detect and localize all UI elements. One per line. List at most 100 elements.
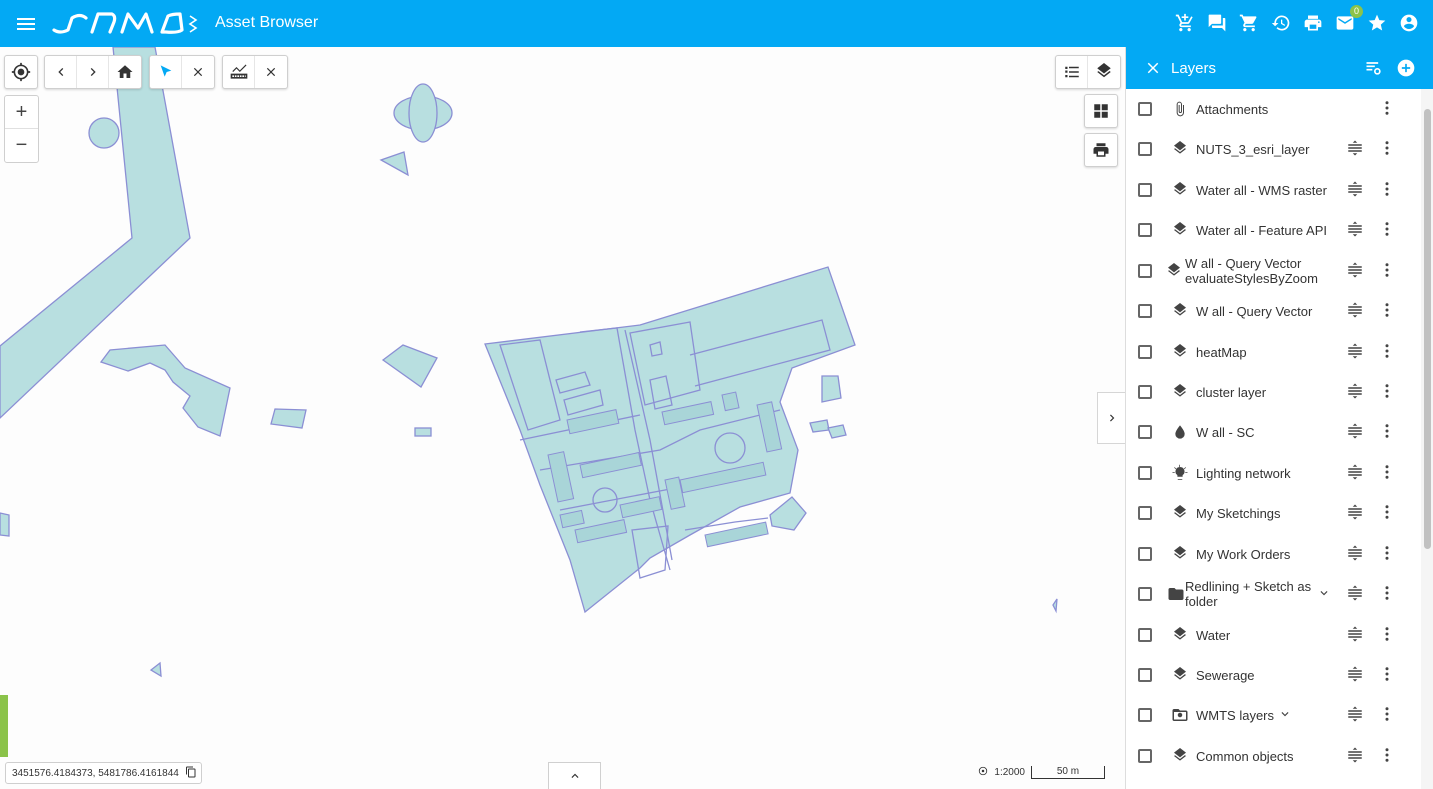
more-options-icon[interactable] (1378, 463, 1398, 483)
layer-row[interactable]: My Sketchings (1126, 493, 1422, 533)
layers-toggle-icon[interactable] (1088, 56, 1120, 88)
layer-row[interactable]: NUTS_3_esri_layer (1126, 129, 1422, 169)
layer-row[interactable]: My Work Orders (1126, 534, 1422, 574)
scale-ratio[interactable]: 1:2000 (994, 767, 1025, 778)
opacity-icon[interactable] (1346, 382, 1366, 402)
more-options-icon[interactable] (1378, 705, 1398, 725)
opacity-icon[interactable] (1346, 705, 1366, 725)
layer-filter-icon[interactable] (1364, 58, 1384, 78)
clear-selection-icon[interactable] (182, 56, 214, 88)
layer-visibility-checkbox[interactable] (1138, 102, 1152, 116)
scrollbar-thumb[interactable] (1424, 109, 1431, 549)
more-options-icon[interactable] (1378, 544, 1398, 564)
layer-visibility-checkbox[interactable] (1138, 183, 1152, 197)
layer-visibility-checkbox[interactable] (1138, 385, 1152, 399)
layer-visibility-checkbox[interactable] (1138, 466, 1152, 480)
select-pointer-icon[interactable] (150, 56, 182, 88)
layer-row[interactable]: heatMap (1126, 332, 1422, 372)
basemap-button[interactable] (1084, 94, 1118, 128)
more-options-icon[interactable] (1378, 625, 1398, 645)
add-to-cart-icon[interactable] (1173, 10, 1197, 36)
scale-icon[interactable] (978, 766, 988, 779)
close-icon[interactable] (1144, 59, 1162, 77)
opacity-icon[interactable] (1346, 746, 1366, 766)
layer-visibility-checkbox[interactable] (1138, 749, 1152, 763)
opacity-icon[interactable] (1346, 261, 1366, 281)
layer-visibility-checkbox[interactable] (1138, 547, 1152, 561)
zoom-in-button[interactable]: + (5, 96, 38, 129)
copy-icon[interactable] (185, 766, 197, 781)
opacity-icon[interactable] (1346, 301, 1366, 321)
more-options-icon[interactable] (1378, 665, 1398, 685)
opacity-icon[interactable] (1346, 544, 1366, 564)
print-map-icon[interactable] (1085, 134, 1117, 166)
back-icon[interactable] (45, 56, 77, 88)
chat-icon[interactable] (1205, 10, 1229, 36)
opacity-icon[interactable] (1346, 503, 1366, 523)
layer-row[interactable]: WMTS layers (1126, 695, 1422, 735)
more-options-icon[interactable] (1378, 180, 1398, 200)
expand-panel-tab[interactable] (1097, 392, 1125, 444)
layer-row[interactable]: cluster layer (1126, 372, 1422, 412)
opacity-icon[interactable] (1346, 342, 1366, 362)
clear-measure-icon[interactable] (255, 56, 287, 88)
locate-icon[interactable] (5, 56, 37, 88)
opacity-icon[interactable] (1346, 422, 1366, 442)
cart-icon[interactable] (1237, 10, 1261, 36)
opacity-icon[interactable] (1346, 220, 1366, 240)
layer-visibility-checkbox[interactable] (1138, 587, 1152, 601)
more-options-icon[interactable] (1378, 301, 1398, 321)
more-options-icon[interactable] (1378, 422, 1398, 442)
menu-icon[interactable] (14, 12, 38, 36)
more-options-icon[interactable] (1378, 261, 1398, 281)
print-icon[interactable] (1301, 10, 1325, 36)
more-options-icon[interactable] (1378, 220, 1398, 240)
layer-visibility-checkbox[interactable] (1138, 142, 1152, 156)
layer-visibility-checkbox[interactable] (1138, 708, 1152, 722)
scrollbar[interactable] (1421, 89, 1433, 789)
layer-row[interactable]: Redlining + Sketch as folder (1126, 574, 1422, 614)
map-canvas[interactable]: + − 3451576.4184373, 5481786.4161844 1:2… (0, 47, 1125, 789)
measure-icon[interactable] (223, 56, 255, 88)
home-icon[interactable] (109, 56, 141, 88)
add-layer-icon[interactable] (1396, 58, 1416, 78)
opacity-icon[interactable] (1346, 584, 1366, 604)
layer-row[interactable]: Common objects (1126, 736, 1422, 776)
bottom-drawer-tab[interactable] (548, 762, 601, 789)
layer-visibility-checkbox[interactable] (1138, 628, 1152, 642)
opacity-icon[interactable] (1346, 625, 1366, 645)
forward-icon[interactable] (77, 56, 109, 88)
layer-row[interactable]: Water (1126, 615, 1422, 655)
opacity-icon[interactable] (1346, 463, 1366, 483)
more-options-icon[interactable] (1378, 503, 1398, 523)
more-options-icon[interactable] (1378, 139, 1398, 159)
mail-icon[interactable]: 0 (1333, 5, 1363, 36)
account-icon[interactable] (1397, 10, 1421, 36)
opacity-icon[interactable] (1346, 180, 1366, 200)
layer-visibility-checkbox[interactable] (1138, 506, 1152, 520)
layer-row[interactable]: W all - Query Vector (1126, 291, 1422, 331)
chevron-down-icon[interactable] (1317, 586, 1333, 602)
layer-visibility-checkbox[interactable] (1138, 304, 1152, 318)
chevron-down-icon[interactable] (1278, 707, 1294, 723)
zoom-out-button[interactable]: − (5, 129, 38, 162)
layer-row[interactable]: Sewerage (1126, 655, 1422, 695)
layer-visibility-checkbox[interactable] (1138, 223, 1152, 237)
layer-row[interactable]: Attachments (1126, 89, 1422, 129)
layer-row[interactable]: Water all - WMS raster (1126, 170, 1422, 210)
more-options-icon[interactable] (1378, 382, 1398, 402)
star-icon[interactable] (1365, 10, 1389, 36)
layer-row[interactable]: W all - SC (1126, 412, 1422, 452)
more-options-icon[interactable] (1378, 99, 1398, 119)
layer-visibility-checkbox[interactable] (1138, 425, 1152, 439)
layer-row[interactable]: Water all - Feature API (1126, 210, 1422, 250)
more-options-icon[interactable] (1378, 746, 1398, 766)
opacity-icon[interactable] (1346, 665, 1366, 685)
grid-icon[interactable] (1085, 95, 1117, 127)
more-options-icon[interactable] (1378, 342, 1398, 362)
legend-icon[interactable] (1056, 56, 1088, 88)
layer-row[interactable]: Lighting network (1126, 453, 1422, 493)
opacity-icon[interactable] (1346, 139, 1366, 159)
layer-visibility-checkbox[interactable] (1138, 668, 1152, 682)
map-print-button[interactable] (1084, 133, 1118, 167)
